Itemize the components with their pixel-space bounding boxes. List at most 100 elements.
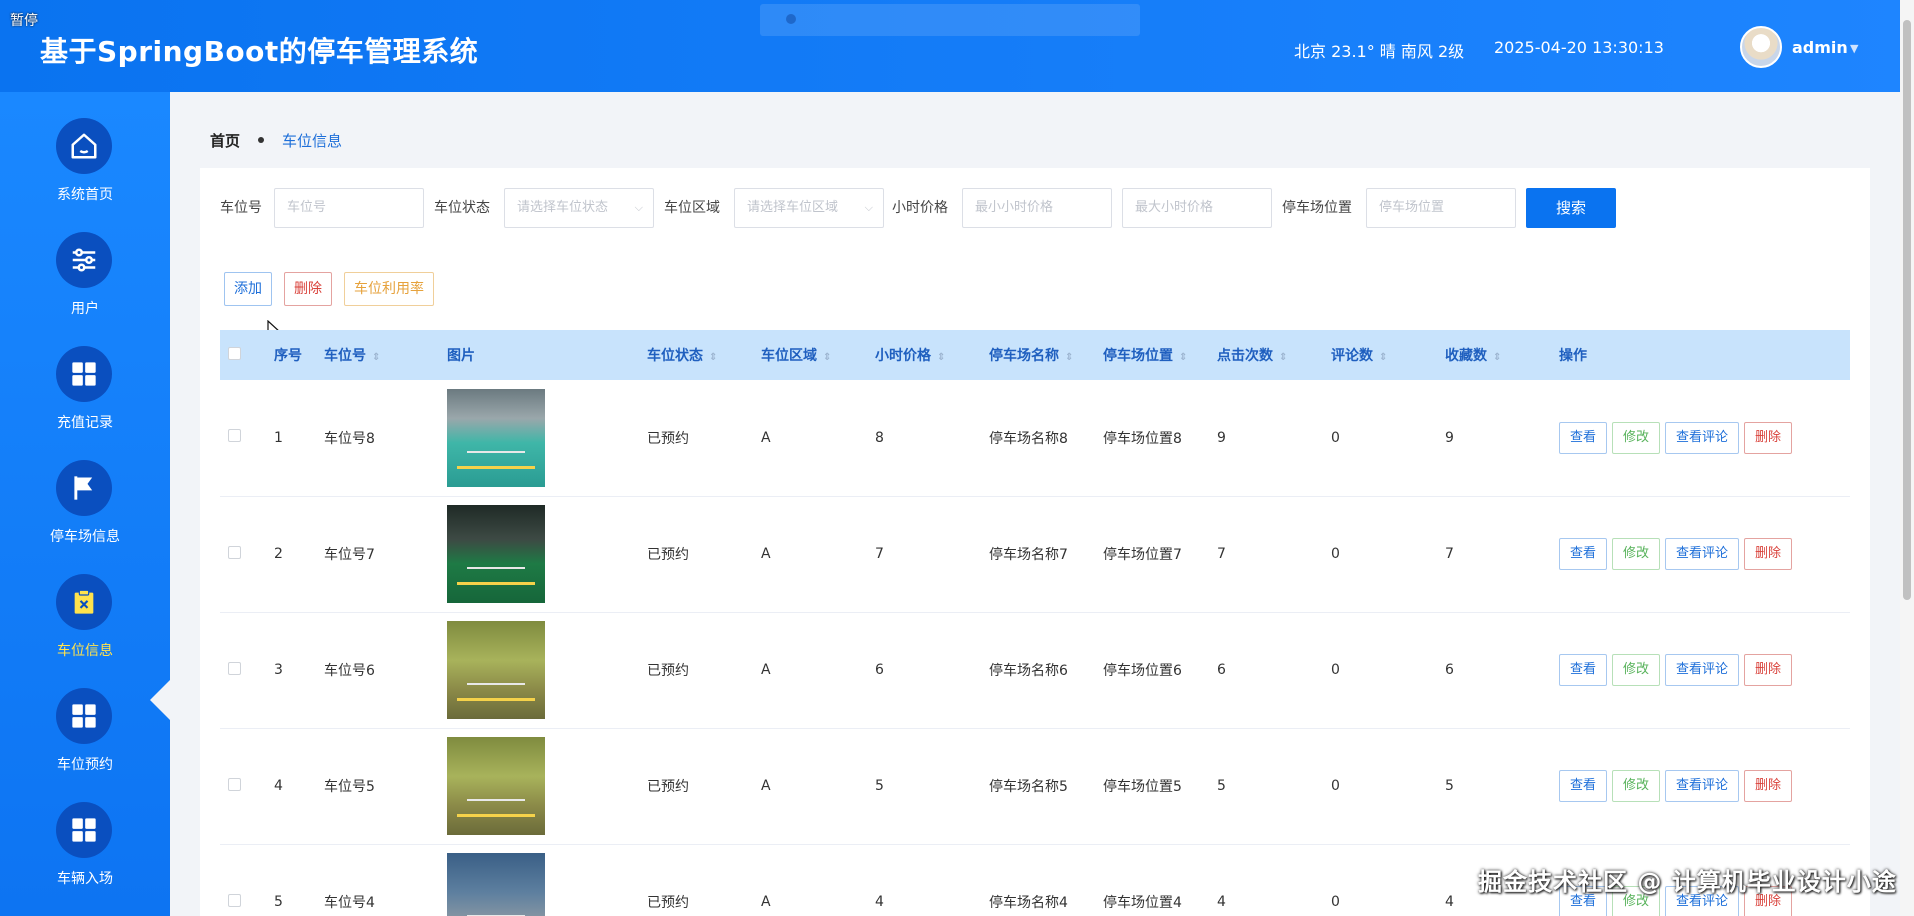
location-input[interactable]: 停车场位置 — [1366, 188, 1516, 228]
username[interactable]: admin — [1792, 38, 1848, 57]
col-index: 序号 — [266, 330, 316, 380]
scrollbar-thumb[interactable] — [1903, 20, 1911, 600]
col-favorites[interactable]: 收藏数 ⇕ — [1437, 330, 1551, 380]
avatar[interactable] — [1740, 26, 1782, 68]
view-button[interactable]: 查看 — [1559, 770, 1608, 802]
sidebar-item-parking-lot[interactable]: 停车场信息 — [0, 460, 170, 570]
area-select[interactable]: 请选择车位区域 ⌵ — [734, 188, 884, 228]
utilization-button[interactable]: 车位利用率 — [344, 272, 434, 306]
col-slot-no[interactable]: 车位号 ⇕ — [316, 330, 439, 380]
sidebar-item-label: 车辆入场 — [57, 871, 113, 887]
cell-image[interactable] — [439, 844, 639, 916]
col-lot-name-label: 停车场名称 — [989, 348, 1059, 364]
edit-button[interactable]: 修改 — [1612, 421, 1661, 454]
slot-photo[interactable] — [447, 737, 545, 835]
cell-image[interactable] — [439, 496, 639, 613]
row-checkbox[interactable] — [220, 728, 266, 845]
sidebar-item-users[interactable]: 用户 — [0, 232, 170, 342]
row-delete-button[interactable]: 删除 — [1744, 654, 1793, 686]
cell-price: 6 — [867, 612, 981, 729]
sort-icon[interactable]: ⇕ — [1493, 352, 1501, 363]
slot-photo[interactable] — [447, 621, 545, 719]
col-clicks-label: 点击次数 — [1217, 348, 1273, 364]
cell-lot-location: 停车场位置5 — [1095, 728, 1209, 845]
sort-icon[interactable]: ⇕ — [1279, 352, 1287, 363]
cell-index: 3 — [266, 612, 316, 729]
slot-no-input[interactable]: 车位号 — [274, 188, 424, 228]
cell-lot-name: 停车场名称5 — [981, 728, 1095, 845]
sort-icon[interactable]: ⇕ — [1379, 352, 1387, 363]
slot-photo[interactable] — [447, 853, 545, 916]
sort-icon[interactable]: ⇕ — [372, 352, 380, 363]
view-comments-button[interactable]: 查看评论 — [1665, 538, 1740, 570]
row-delete-button[interactable]: 删除 — [1744, 770, 1793, 802]
row-checkbox[interactable] — [220, 612, 266, 729]
chevron-down-icon: ⌵ — [634, 201, 643, 214]
view-comments-button[interactable]: 查看评论 — [1665, 421, 1740, 454]
cell-lot-name: 停车场名称4 — [981, 844, 1095, 916]
sidebar-item-slot-info[interactable]: 车位信息 — [0, 574, 170, 684]
cell-clicks: 7 — [1209, 496, 1323, 613]
row-checkbox[interactable] — [220, 844, 266, 916]
edit-button[interactable]: 修改 — [1612, 654, 1661, 686]
row-delete-button[interactable]: 删除 — [1744, 538, 1793, 570]
cell-favorites: 6 — [1437, 612, 1551, 729]
breadcrumb-home[interactable]: 首页 — [210, 132, 240, 150]
view-comments-button[interactable]: 查看评论 — [1665, 770, 1740, 802]
status-select[interactable]: 请选择车位状态 ⌵ — [504, 188, 654, 228]
col-status[interactable]: 车位状态 ⇕ — [639, 330, 753, 380]
col-clicks[interactable]: 点击次数 ⇕ — [1209, 330, 1323, 380]
select-all-checkbox[interactable] — [220, 330, 266, 380]
sidebar-item-home[interactable]: 系统首页 — [0, 118, 170, 228]
view-comments-button[interactable]: 查看评论 — [1665, 654, 1740, 686]
scrollbar[interactable] — [1900, 0, 1914, 916]
sidebar-item-recharge[interactable]: 充值记录 — [0, 346, 170, 456]
sort-icon[interactable]: ⇕ — [709, 352, 717, 363]
chevron-down-icon[interactable]: ▼ — [1850, 42, 1858, 55]
search-form: 车位号 车位号 车位状态 请选择车位状态 ⌵ 车位区域 请选择车位区域 ⌵ 小时价格… — [200, 188, 1870, 228]
pause-label[interactable]: 暂停 — [10, 10, 38, 30]
cell-image[interactable] — [439, 728, 639, 845]
cell-image[interactable] — [439, 380, 639, 497]
cell-clicks: 4 — [1209, 844, 1323, 916]
sort-icon[interactable]: ⇕ — [937, 352, 945, 363]
row-checkbox[interactable] — [220, 496, 266, 613]
price-min-input[interactable]: 最小小时价格 — [962, 188, 1112, 228]
price-max-input[interactable]: 最大小时价格 — [1122, 188, 1272, 228]
edit-button[interactable]: 修改 — [1612, 538, 1661, 570]
table-body: 1 车位号8 已预约 A 8 停车场名称8 停车场位置8 9 0 9 查看 修改 查看评论 删除 2 车位号7… — [220, 380, 1850, 916]
sort-icon[interactable]: ⇕ — [1065, 352, 1073, 363]
view-button[interactable]: 查看 — [1559, 538, 1608, 570]
sort-icon[interactable]: ⇕ — [1179, 352, 1187, 363]
row-delete-button[interactable]: 删除 — [1744, 421, 1793, 454]
cell-actions: 查看 修改 查看评论 删除 — [1551, 496, 1850, 613]
cell-comments: 0 — [1323, 496, 1437, 613]
search-button[interactable]: 搜索 — [1526, 188, 1616, 228]
col-price-label: 小时价格 — [875, 348, 931, 364]
edit-button[interactable]: 修改 — [1612, 770, 1661, 802]
view-button[interactable]: 查看 — [1559, 654, 1608, 686]
col-price[interactable]: 小时价格 ⇕ — [867, 330, 981, 380]
add-button[interactable]: 添加 — [224, 272, 272, 306]
col-lot-name[interactable]: 停车场名称 ⇕ — [981, 330, 1095, 380]
sidebar-item-vehicle-entry[interactable]: 车辆入场 — [0, 802, 170, 912]
slot-photo[interactable] — [447, 505, 545, 603]
col-area[interactable]: 车位区域 ⇕ — [753, 330, 867, 380]
slot-photo[interactable] — [447, 388, 545, 487]
cell-status: 已预约 — [639, 612, 753, 729]
overlay-toolbar — [760, 4, 1140, 36]
row-checkbox[interactable] — [220, 380, 266, 497]
sidebar-item-label: 充值记录 — [57, 415, 113, 431]
delete-button[interactable]: 删除 — [284, 272, 332, 306]
view-button[interactable]: 查看 — [1559, 421, 1608, 454]
sidebar-item-label: 车位信息 — [57, 643, 113, 659]
cell-status: 已预约 — [639, 728, 753, 845]
col-lot-location[interactable]: 停车场位置 ⇕ — [1095, 330, 1209, 380]
cell-image[interactable] — [439, 612, 639, 729]
record-dot-icon — [786, 14, 796, 24]
status-label: 车位状态 — [434, 200, 490, 216]
col-comments[interactable]: 评论数 ⇕ — [1323, 330, 1437, 380]
slot-no-label: 车位号 — [220, 200, 262, 216]
sort-icon[interactable]: ⇕ — [823, 352, 831, 363]
sidebar-item-slot-booking[interactable]: 车位预约 — [0, 688, 170, 798]
